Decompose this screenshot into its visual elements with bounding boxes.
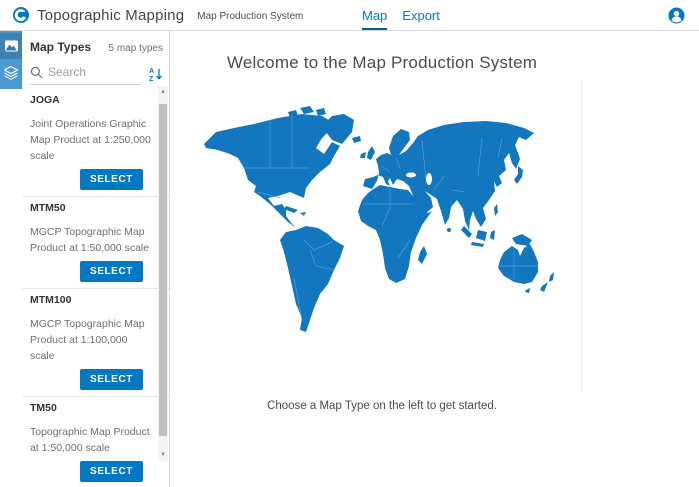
map-type-name: TM50	[30, 402, 157, 415]
sidebar-scrollbar[interactable]: ▲ ▼	[158, 86, 168, 461]
map-type-item: MTM50 MGCP Topographic Map Product at 1:…	[22, 197, 169, 289]
app-subtitle: Map Production System	[197, 8, 303, 22]
tab-map[interactable]: Map	[362, 0, 387, 30]
main-content: Welcome to the Map Production System	[170, 31, 699, 487]
map-type-item: JOGA Joint Operations Graphic Map Produc…	[22, 89, 169, 197]
map-type-list: JOGA Joint Operations Graphic Map Produc…	[22, 89, 169, 487]
select-button[interactable]: SELECT	[80, 461, 143, 482]
search-icon	[30, 66, 43, 79]
map-type-name: MTM100	[30, 294, 157, 307]
app-body: Map Types 5 map types A Z	[0, 31, 699, 487]
svg-text:Z: Z	[149, 76, 154, 82]
map-type-description: MGCP Topographic Map Product at 1:50,000…	[30, 224, 154, 256]
map-type-item: TM50 Topographic Map Product at 1:50,000…	[22, 397, 169, 487]
map-type-actions: SELECT	[30, 261, 143, 282]
brand: Topographic Mapping Map Production Syste…	[12, 6, 303, 24]
map-type-description: MGCP Topographic Map Product at 1:100,00…	[30, 316, 154, 364]
map-type-count: 5 map types	[109, 43, 163, 54]
select-button[interactable]: SELECT	[80, 369, 143, 390]
world-map-image	[182, 80, 582, 390]
scrollbar-thumb[interactable]	[159, 104, 167, 436]
panel-header: Map Types 5 map types	[22, 31, 169, 61]
map-type-item: MTM100 MGCP Topographic Map Product at 1…	[22, 289, 169, 397]
scroll-up-arrow[interactable]: ▲	[158, 86, 168, 98]
svg-text:A: A	[149, 68, 154, 75]
tab-export[interactable]: Export	[402, 0, 440, 30]
tool-strip-buttons	[0, 31, 22, 89]
map-types-panel: Map Types 5 map types A Z	[22, 31, 170, 487]
panel-title: Map Types	[30, 40, 91, 54]
sort-az-icon: A Z	[149, 66, 163, 82]
layers-tool-button[interactable]	[0, 59, 22, 85]
app-logo-globe-icon	[12, 6, 30, 24]
instruction-text: Choose a Map Type on the left to get sta…	[182, 400, 582, 412]
map-type-description: Joint Operations Graphic Map Product at …	[30, 116, 154, 164]
map-type-name: JOGA	[30, 94, 157, 107]
app-title: Topographic Mapping	[37, 7, 184, 24]
main-nav: Map Export	[362, 0, 440, 30]
app-header: Topographic Mapping Map Production Syste…	[0, 0, 699, 31]
select-button[interactable]: SELECT	[80, 169, 143, 190]
scroll-down-arrow[interactable]: ▼	[158, 449, 168, 461]
map-type-actions: SELECT	[30, 461, 143, 482]
sort-az-button[interactable]: A Z	[149, 66, 163, 82]
layers-icon	[3, 65, 19, 80]
map-type-actions: SELECT	[30, 169, 143, 190]
user-avatar-icon[interactable]	[668, 7, 685, 24]
search-row: A Z	[22, 61, 169, 85]
map-type-name: MTM50	[30, 202, 157, 215]
map-type-description: Topographic Map Product at 1:50,000 scal…	[30, 424, 154, 456]
world-map-svg	[182, 80, 582, 390]
app-window: Topographic Mapping Map Production Syste…	[0, 0, 699, 487]
map-types-tool-button[interactable]	[0, 33, 22, 59]
map-type-actions: SELECT	[30, 369, 143, 390]
search-box	[30, 63, 141, 85]
basemap-icon	[4, 39, 19, 53]
search-input[interactable]	[48, 65, 126, 79]
select-button[interactable]: SELECT	[80, 261, 143, 282]
welcome-heading: Welcome to the Map Production System	[182, 53, 582, 73]
tool-strip	[0, 31, 22, 487]
